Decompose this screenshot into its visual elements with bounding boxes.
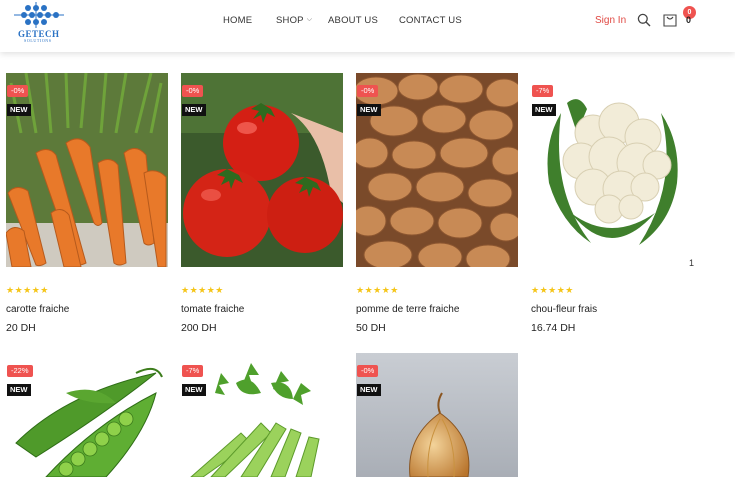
product-price: 50 DH [356,322,386,334]
product-image-onion[interactable] [356,353,518,477]
site-header: GETECH SOLUTIONS HOME SHOP ⌵ ABOUT US CON… [0,0,735,52]
stray-mark: 1 [689,258,695,268]
rating-stars-icon: ★★★★★ [181,285,224,295]
cart-icon[interactable] [662,12,678,28]
nav-shop[interactable]: SHOP ⌵ [276,15,312,26]
discount-badge: -22% [7,365,33,377]
rating-stars-icon: ★★★★★ [6,285,49,295]
logo-mark-icon [14,2,64,28]
new-badge: NEW [357,384,381,396]
new-badge: NEW [532,104,556,116]
discount-badge: -0% [7,85,29,97]
logo[interactable]: GETECH SOLUTIONS [8,2,80,43]
discount-badge: -7% [182,365,204,377]
product-name[interactable]: tomate fraiche [181,304,244,315]
new-badge: NEW [182,104,206,116]
product-price: 200 DH [181,322,217,334]
product-image-cauliflower[interactable] [531,73,693,267]
nav-home[interactable]: HOME [223,15,252,26]
discount-badge: -0% [357,85,379,97]
new-badge: NEW [357,104,381,116]
product-image-tomatoes[interactable] [181,73,343,267]
product-image-celery[interactable] [181,353,343,477]
new-badge: NEW [7,104,31,116]
product-name[interactable]: chou-fleur frais [531,304,597,315]
product-name[interactable]: carotte fraiche [6,304,69,315]
cart-count: 0 [686,15,692,25]
chevron-down-icon: ⌵ [306,16,313,23]
discount-badge: -0% [357,365,379,377]
new-badge: NEW [182,384,206,396]
nav-shop-label: SHOP [276,15,304,26]
product-image-potatoes[interactable] [356,73,518,267]
nav-about-us[interactable]: ABOUT US [328,15,378,26]
search-icon[interactable] [637,13,651,27]
product-price: 20 DH [6,322,36,334]
rating-stars-icon: ★★★★★ [356,285,399,295]
product-name[interactable]: pomme de terre fraiche [356,304,459,315]
discount-badge: -7% [532,85,554,97]
new-badge: NEW [7,384,31,396]
rating-stars-icon: ★★★★★ [531,285,574,295]
logo-subtext: SOLUTIONS [24,38,52,43]
product-image-carrots[interactable] [6,73,168,267]
sign-in-link[interactable]: Sign In [595,15,626,26]
product-price: 16.74 DH [531,322,576,334]
nav-contact-us[interactable]: CONTACT US [399,15,462,26]
discount-badge: -0% [182,85,204,97]
